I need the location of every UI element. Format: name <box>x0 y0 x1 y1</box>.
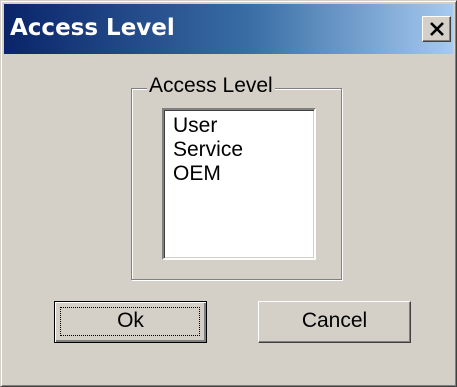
close-button[interactable] <box>422 16 451 42</box>
access-level-listbox[interactable]: User Service OEM <box>162 108 316 260</box>
title-bar[interactable]: Access Level <box>4 4 453 54</box>
cancel-button[interactable]: Cancel <box>258 301 411 343</box>
list-item-user[interactable]: User <box>173 114 217 138</box>
ok-button-label: Ok <box>117 309 144 332</box>
window-title: Access Level <box>10 15 175 41</box>
groupbox-label: Access Level <box>147 74 275 98</box>
list-item-oem[interactable]: OEM <box>173 162 221 186</box>
cancel-button-label: Cancel <box>301 309 368 332</box>
close-icon <box>430 22 444 36</box>
list-item-service[interactable]: Service <box>173 138 243 162</box>
ok-button[interactable]: Ok <box>54 301 207 343</box>
